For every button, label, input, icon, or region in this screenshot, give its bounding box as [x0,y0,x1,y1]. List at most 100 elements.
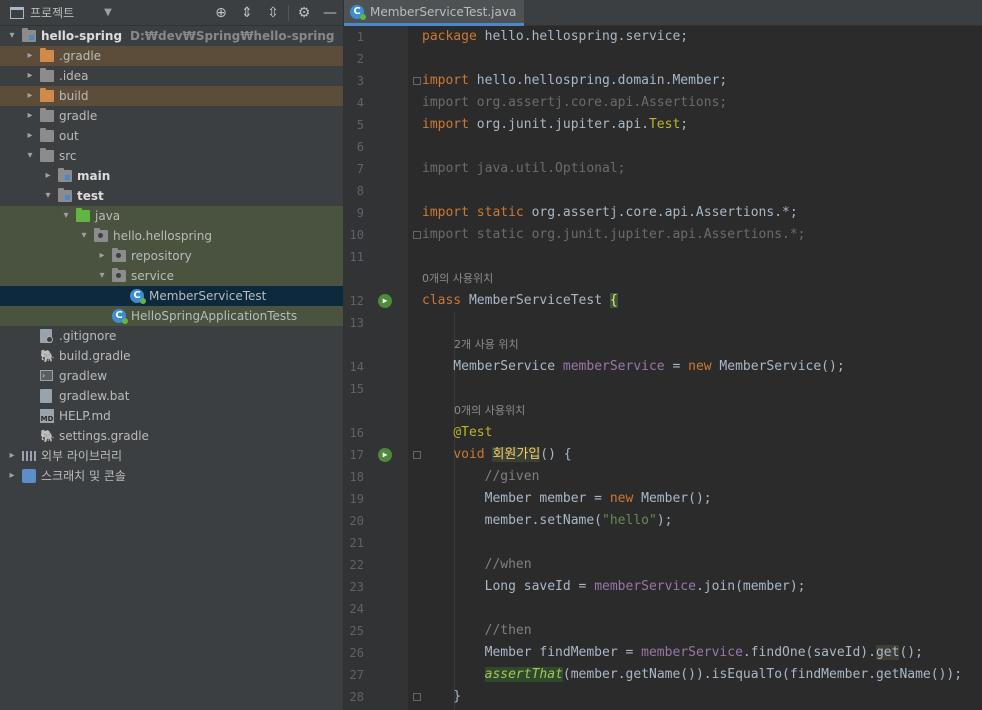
code-line: } [344,686,982,708]
tree-item[interactable]: ▾ src [0,146,343,166]
tree-item[interactable]: C MemberServiceTest [0,286,343,306]
tree-item[interactable]: ▾ java [0,206,343,226]
tree-item[interactable]: 🐘 settings.gradle [0,426,343,446]
chevron-right-icon[interactable]: ▸ [24,46,36,66]
gear-icon[interactable]: ⚙ [291,5,317,21]
folder-icon [40,148,54,162]
code-editor[interactable]: 1 2 3 4 5 6 7 8 9 10 11 12 ▶ 13 14 15 16 17 ▶ 18 19 20 21 22 23 2… [344,26,982,710]
folder-module-icon [58,168,72,182]
tree-item[interactable]: ▾ service [0,266,343,286]
chevron-down-icon[interactable]: ▾ [6,26,18,46]
code-line: //then [344,620,982,642]
chevron-down-icon[interactable]: ▼ [104,7,112,18]
usage-hint[interactable]: 0개의 사용위치 [454,400,525,422]
tree-item-text: build [59,89,89,103]
expand-all-icon[interactable]: ⇕ [234,5,260,21]
tree-item-text: .idea [59,69,89,83]
tree-item-text: test [77,189,104,203]
chevron-right-icon[interactable]: ▸ [24,86,36,106]
usage-hint[interactable]: 0개의 사용위치 [422,268,493,290]
chevron-right-icon[interactable]: ▸ [24,126,36,146]
folder-icon [76,208,90,222]
project-panel: 프로젝트 ▼ ⊕ ⇕ ⇳ ⚙ — ▾ hello-spring D:₩dev₩Spr… [0,0,344,710]
folder-icon [40,88,54,102]
chevron-right-icon[interactable]: ▸ [96,246,108,266]
chevron-right-icon[interactable]: ▸ [24,106,36,126]
tree-item-label: settings.gradle [59,426,149,446]
tree-item[interactable]: ▸ main [0,166,343,186]
tree-item-label: HELP.md [59,406,111,426]
package-icon [112,268,126,282]
tree-item[interactable]: ▾ hello.hellospring [0,226,343,246]
code-line: import hello.hellospring.domain.Member; [344,70,982,92]
minimize-icon[interactable]: — [317,5,343,21]
code-text: member.setName("hello"); [422,513,673,528]
code-text: MemberService memberService = new Member… [422,359,845,374]
project-tree: ▾ hello-spring D:₩dev₩Spring₩hello-spring ▸… [0,26,343,486]
tree-item-text: MemberServiceTest [149,289,267,303]
chevron-down-icon[interactable]: ▾ [96,266,108,286]
code-text: import org.assertj.core.api.Assertions; [422,95,728,110]
chevron-down-icon[interactable]: ▾ [42,186,54,206]
tree-item[interactable]: ▸ repository [0,246,343,266]
code-text: import org.junit.jupiter.api.Test; [422,117,689,132]
usage-hint-line: 0개의 사용위치 [344,268,982,290]
tree-item[interactable]: ▸ build [0,86,343,106]
tree-item-label: HelloSpringApplicationTests [131,306,297,326]
tree-item-text: repository [131,249,192,263]
tree-item[interactable]: ▾ hello-spring D:₩dev₩Spring₩hello-spring [0,26,343,46]
folder-module-icon [22,28,36,42]
locate-file-icon[interactable]: ⊕ [208,5,234,21]
tab-member-service-test[interactable]: C MemberServiceTest.java [344,0,525,26]
tree-item-text: hello-spring [41,29,123,43]
tree-item-label: MemberServiceTest [149,286,266,306]
test-class-icon: C [112,309,128,324]
tree-item[interactable]: 🐘 build.gradle [0,346,343,366]
tree-item[interactable]: gradlew.bat [0,386,343,406]
gradle-icon: 🐘 [40,349,55,363]
toolbar-divider [288,4,289,21]
chevron-right-icon[interactable]: ▸ [6,466,18,486]
tree-item[interactable]: ▸ .idea [0,66,343,86]
tree-item[interactable]: ▾ test [0,186,343,206]
collapse-all-icon[interactable]: ⇳ [260,5,286,21]
tree-item[interactable]: ▸ out [0,126,343,146]
tree-item[interactable]: C HelloSpringApplicationTests [0,306,343,326]
tree-item-label: .idea [59,66,89,86]
code-line: MemberService memberService = new Member… [344,356,982,378]
chevron-right-icon[interactable]: ▸ [6,446,18,466]
code-line: import org.junit.jupiter.api.Test; [344,114,982,136]
code-line: Long saveId = memberService.join(member)… [344,576,982,598]
code-text: } [422,689,462,704]
gitignore-file-icon [40,329,53,343]
code-text: Member member = new Member(); [422,491,712,506]
tree-item[interactable]: ▸ 외부 라이브러리 [0,446,343,466]
code-line: import static org.assertj.core.api.Asser… [344,202,982,224]
tree-item[interactable]: ▸ 스크래치 및 콘솔 [0,466,343,486]
tree-item-text: .gitignore [59,329,117,343]
tree-item[interactable]: ▸ gradle [0,106,343,126]
chevron-right-icon[interactable]: ▸ [42,166,54,186]
chevron-down-icon[interactable]: ▾ [60,206,72,226]
tree-item-text: gradlew [59,369,108,383]
chevron-down-icon[interactable]: ▾ [24,146,36,166]
tree-item-label: gradlew [59,366,107,386]
tree-item[interactable]: .gitignore [0,326,343,346]
code-line: class MemberServiceTest { [344,290,982,312]
tree-item[interactable]: MD HELP.md [0,406,343,426]
chevron-down-icon[interactable]: ▾ [78,226,90,246]
code-text: void 회원가입() { [453,447,572,462]
test-class-icon: C [130,289,146,304]
tree-item-label: 스크래치 및 콘솔 [41,466,126,486]
chevron-right-icon[interactable]: ▸ [24,66,36,86]
usage-hint[interactable]: 2개 사용 위치 [454,334,519,356]
tree-item[interactable]: › gradlew [0,366,343,386]
usage-hint-line: 2개 사용 위치 [344,334,982,356]
code-text: import java.util.Optional; [422,161,626,176]
tree-item-text: main [77,169,111,183]
tree-item[interactable]: ▸ .gradle [0,46,343,66]
project-view-selector[interactable]: 프로젝트 [30,4,74,21]
tree-item-text: out [59,129,79,143]
